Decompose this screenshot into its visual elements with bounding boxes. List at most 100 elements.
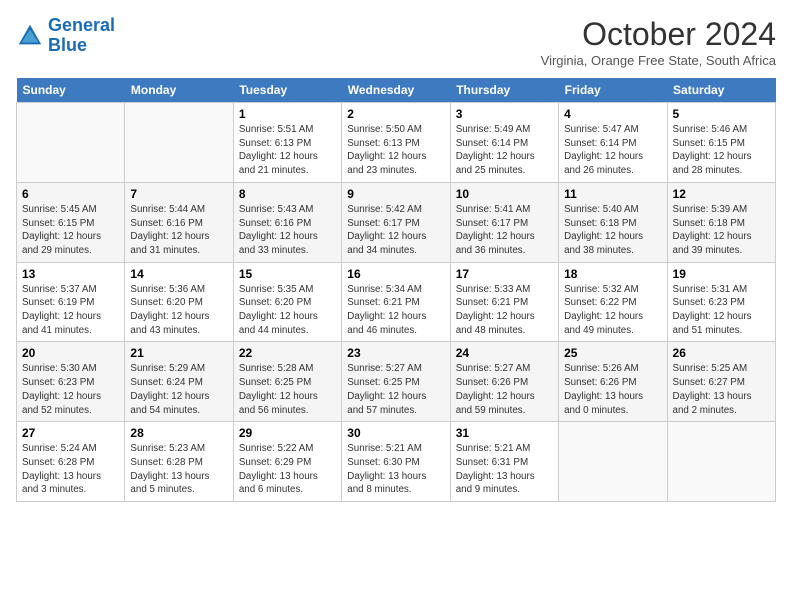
day-number: 15 [239, 267, 336, 281]
calendar-cell: 4 Sunrise: 5:47 AMSunset: 6:14 PMDaylight… [559, 103, 667, 183]
calendar-week-row: 1 Sunrise: 5:51 AMSunset: 6:13 PMDaylight… [17, 103, 776, 183]
day-info: Sunrise: 5:40 AMSunset: 6:18 PMDaylight:… [564, 203, 661, 258]
day-number: 28 [130, 426, 227, 440]
day-info: Sunrise: 5:47 AMSunset: 6:14 PMDaylight:… [564, 123, 661, 178]
day-number: 2 [347, 107, 444, 121]
calendar-cell: 3 Sunrise: 5:49 AMSunset: 6:14 PMDaylight… [450, 103, 558, 183]
calendar-cell: 31 Sunrise: 5:21 AMSunset: 6:31 PMDayligh… [450, 422, 558, 502]
calendar-cell: 5 Sunrise: 5:46 AMSunset: 6:15 PMDaylight… [667, 103, 775, 183]
calendar-cell: 25Sunrise: 5:26 AMSunset: 6:26 PMDayligh… [559, 342, 667, 422]
day-number: 26 [673, 346, 770, 360]
day-info: Sunrise: 5:27 AMSunset: 6:26 PMDaylight:… [456, 362, 553, 417]
weekday-header: Monday [125, 78, 233, 103]
day-info: Sunrise: 5:30 AMSunset: 6:23 PMDaylight:… [22, 362, 119, 417]
day-info: Sunrise: 5:22 AMSunset: 6:29 PMDaylight:… [239, 442, 336, 497]
day-info: Sunrise: 5:28 AMSunset: 6:25 PMDaylight:… [239, 362, 336, 417]
day-info: Sunrise: 5:21 AMSunset: 6:30 PMDaylight:… [347, 442, 444, 497]
day-info: Sunrise: 5:51 AMSunset: 6:13 PMDaylight:… [239, 123, 336, 178]
day-info: Sunrise: 5:29 AMSunset: 6:24 PMDaylight:… [130, 362, 227, 417]
calendar-cell: 22 Sunrise: 5:28 AMSunset: 6:25 PMDayligh… [233, 342, 341, 422]
day-number: 25 [564, 346, 661, 360]
calendar-cell: 28 Sunrise: 5:23 AMSunset: 6:28 PMDayligh… [125, 422, 233, 502]
day-info: Sunrise: 5:24 AMSunset: 6:28 PMDaylight:… [22, 442, 119, 497]
day-number: 5 [673, 107, 770, 121]
calendar-cell: 1 Sunrise: 5:51 AMSunset: 6:13 PMDaylight… [233, 103, 341, 183]
calendar-week-row: 13 Sunrise: 5:37 AMSunset: 6:19 PMDayligh… [17, 262, 776, 342]
day-info: Sunrise: 5:35 AMSunset: 6:20 PMDaylight:… [239, 283, 336, 338]
calendar-week-row: 27 Sunrise: 5:24 AMSunset: 6:28 PMDayligh… [17, 422, 776, 502]
day-number: 4 [564, 107, 661, 121]
day-info: Sunrise: 5:49 AMSunset: 6:14 PMDaylight:… [456, 123, 553, 178]
day-number: 19 [673, 267, 770, 281]
calendar-cell: 15 Sunrise: 5:35 AMSunset: 6:20 PMDayligh… [233, 262, 341, 342]
calendar-cell: 24 Sunrise: 5:27 AMSunset: 6:26 PMDayligh… [450, 342, 558, 422]
day-number: 17 [456, 267, 553, 281]
logo-icon [16, 22, 44, 50]
calendar-cell: 6Sunrise: 5:45 AMSunset: 6:15 PMDaylight… [17, 182, 125, 262]
day-info: Sunrise: 5:27 AMSunset: 6:25 PMDaylight:… [347, 362, 444, 417]
day-number: 12 [673, 187, 770, 201]
month-title: October 2024 [541, 16, 776, 53]
day-number: 3 [456, 107, 553, 121]
day-number: 16 [347, 267, 444, 281]
day-info: Sunrise: 5:32 AMSunset: 6:22 PMDaylight:… [564, 283, 661, 338]
calendar-cell: 2 Sunrise: 5:50 AMSunset: 6:13 PMDaylight… [342, 103, 450, 183]
calendar-cell: 18Sunrise: 5:32 AMSunset: 6:22 PMDayligh… [559, 262, 667, 342]
day-number: 8 [239, 187, 336, 201]
calendar-cell: 19Sunrise: 5:31 AMSunset: 6:23 PMDayligh… [667, 262, 775, 342]
day-number: 6 [22, 187, 119, 201]
day-number: 13 [22, 267, 119, 281]
day-info: Sunrise: 5:42 AMSunset: 6:17 PMDaylight:… [347, 203, 444, 258]
weekday-header: Wednesday [342, 78, 450, 103]
day-number: 24 [456, 346, 553, 360]
calendar-cell: 11 Sunrise: 5:40 AMSunset: 6:18 PMDayligh… [559, 182, 667, 262]
day-number: 31 [456, 426, 553, 440]
calendar-cell: 7 Sunrise: 5:44 AMSunset: 6:16 PMDaylight… [125, 182, 233, 262]
calendar-cell: 27 Sunrise: 5:24 AMSunset: 6:28 PMDayligh… [17, 422, 125, 502]
page-header: General Blue October 2024 Virginia, Oran… [16, 16, 776, 68]
calendar-week-row: 6Sunrise: 5:45 AMSunset: 6:15 PMDaylight… [17, 182, 776, 262]
day-info: Sunrise: 5:34 AMSunset: 6:21 PMDaylight:… [347, 283, 444, 338]
day-info: Sunrise: 5:44 AMSunset: 6:16 PMDaylight:… [130, 203, 227, 258]
calendar-cell: 10 Sunrise: 5:41 AMSunset: 6:17 PMDayligh… [450, 182, 558, 262]
calendar-cell: 9Sunrise: 5:42 AMSunset: 6:17 PMDaylight… [342, 182, 450, 262]
logo-text: General Blue [48, 16, 115, 56]
day-info: Sunrise: 5:25 AMSunset: 6:27 PMDaylight:… [673, 362, 770, 417]
day-info: Sunrise: 5:23 AMSunset: 6:28 PMDaylight:… [130, 442, 227, 497]
day-number: 23 [347, 346, 444, 360]
weekday-header: Saturday [667, 78, 775, 103]
location-subtitle: Virginia, Orange Free State, South Afric… [541, 53, 776, 68]
calendar-cell [559, 422, 667, 502]
calendar-cell: 30Sunrise: 5:21 AMSunset: 6:30 PMDayligh… [342, 422, 450, 502]
day-info: Sunrise: 5:50 AMSunset: 6:13 PMDaylight:… [347, 123, 444, 178]
calendar-cell: 17 Sunrise: 5:33 AMSunset: 6:21 PMDayligh… [450, 262, 558, 342]
day-info: Sunrise: 5:41 AMSunset: 6:17 PMDaylight:… [456, 203, 553, 258]
calendar-cell: 20 Sunrise: 5:30 AMSunset: 6:23 PMDayligh… [17, 342, 125, 422]
day-info: Sunrise: 5:37 AMSunset: 6:19 PMDaylight:… [22, 283, 119, 338]
calendar-cell [125, 103, 233, 183]
day-number: 22 [239, 346, 336, 360]
day-number: 20 [22, 346, 119, 360]
day-number: 7 [130, 187, 227, 201]
day-number: 10 [456, 187, 553, 201]
calendar-cell: 13 Sunrise: 5:37 AMSunset: 6:19 PMDayligh… [17, 262, 125, 342]
calendar-cell: 14Sunrise: 5:36 AMSunset: 6:20 PMDayligh… [125, 262, 233, 342]
day-number: 14 [130, 267, 227, 281]
logo-line2: Blue [48, 35, 87, 55]
weekday-header-row: SundayMondayTuesdayWednesdayThursdayFrid… [17, 78, 776, 103]
day-number: 11 [564, 187, 661, 201]
day-number: 1 [239, 107, 336, 121]
day-info: Sunrise: 5:21 AMSunset: 6:31 PMDaylight:… [456, 442, 553, 497]
day-info: Sunrise: 5:43 AMSunset: 6:16 PMDaylight:… [239, 203, 336, 258]
logo-line1: General [48, 15, 115, 35]
calendar-cell: 8 Sunrise: 5:43 AMSunset: 6:16 PMDaylight… [233, 182, 341, 262]
weekday-header: Friday [559, 78, 667, 103]
day-number: 27 [22, 426, 119, 440]
day-info: Sunrise: 5:39 AMSunset: 6:18 PMDaylight:… [673, 203, 770, 258]
calendar-cell: 29Sunrise: 5:22 AMSunset: 6:29 PMDayligh… [233, 422, 341, 502]
calendar-cell [17, 103, 125, 183]
calendar-week-row: 20 Sunrise: 5:30 AMSunset: 6:23 PMDayligh… [17, 342, 776, 422]
day-info: Sunrise: 5:46 AMSunset: 6:15 PMDaylight:… [673, 123, 770, 178]
day-info: Sunrise: 5:33 AMSunset: 6:21 PMDaylight:… [456, 283, 553, 338]
calendar-table: SundayMondayTuesdayWednesdayThursdayFrid… [16, 78, 776, 502]
